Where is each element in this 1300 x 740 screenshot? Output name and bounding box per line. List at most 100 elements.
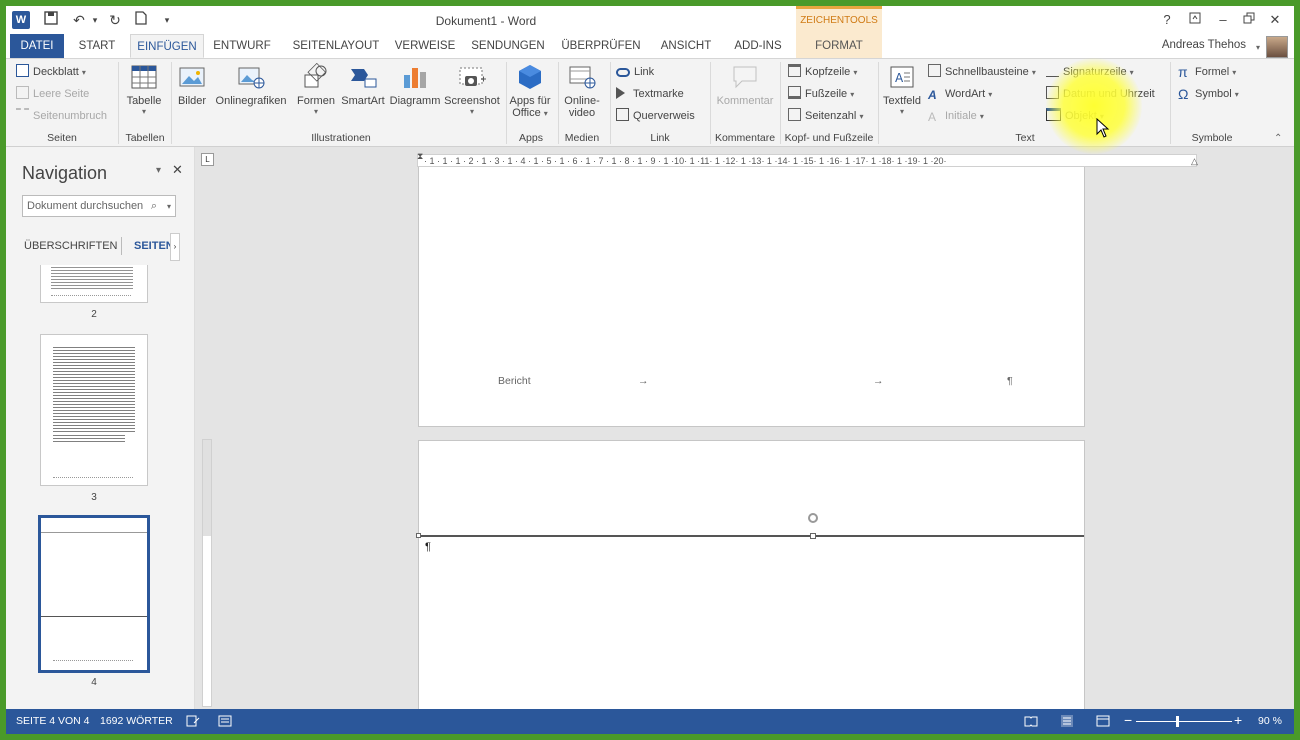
zoom-level[interactable]: 90 % <box>1258 715 1282 727</box>
minimize-icon[interactable]: – <box>1214 12 1232 28</box>
footer-text: Bericht <box>498 375 531 387</box>
seitenzahl-button[interactable]: Seitenzahl ▾ <box>788 107 863 125</box>
signaturzeile-button[interactable]: Signaturzeile ▾ <box>1046 63 1134 81</box>
indent-marker-icon[interactable]: ⧗ <box>417 151 423 162</box>
search-icon[interactable]: ⌕ <box>151 196 157 216</box>
onlinegrafiken-button[interactable]: Onlinegrafiken <box>212 63 290 107</box>
web-layout-icon[interactable] <box>1096 715 1110 730</box>
kommentar-button[interactable]: Kommentar <box>712 63 778 107</box>
leere-seite-button[interactable]: Leere Seite <box>16 85 89 103</box>
collapse-ribbon-icon[interactable]: ⌃ <box>1274 133 1282 144</box>
tab-format[interactable]: FORMAT <box>796 34 882 58</box>
tab-entwurf[interactable]: ENTWURF <box>210 34 274 58</box>
navigation-pane: Navigation ▾ ✕ Dokument durchsuchen ⌕ ▾ … <box>6 147 195 709</box>
smartart-button[interactable]: SmartArt <box>339 63 387 107</box>
wordart-button[interactable]: A WordArt ▾ <box>928 85 992 103</box>
restore-icon[interactable] <box>1240 12 1258 28</box>
document-page[interactable]: Bericht → → ¶ <box>418 167 1085 427</box>
tab-seitenlayout[interactable]: SEITENLAYOUT <box>286 34 386 58</box>
formen-button[interactable]: Formen ▾ <box>294 62 338 116</box>
close-icon[interactable]: ✕ <box>1266 12 1284 28</box>
nav-options-icon[interactable]: ▾ <box>156 165 161 176</box>
kopfzeile-button[interactable]: Kopfzeile ▾ <box>788 63 857 81</box>
nav-scroll-right-icon[interactable]: › <box>170 233 180 261</box>
print-layout-icon[interactable] <box>1060 715 1074 730</box>
avatar[interactable] <box>1266 36 1288 58</box>
wordart-icon: A <box>928 88 937 102</box>
proofing-icon[interactable] <box>186 715 200 730</box>
mouse-pointer-icon <box>1096 117 1110 141</box>
tab-mark: → <box>873 375 884 387</box>
search-input[interactable]: Dokument durchsuchen ⌕ ▾ <box>22 195 176 217</box>
bilder-button[interactable]: Bilder <box>174 63 210 107</box>
tab-start[interactable]: START <box>70 34 124 58</box>
word-count[interactable]: 1692 WÖRTER <box>100 715 173 727</box>
group-label-medien: Medien <box>564 132 600 144</box>
ribbon-options-icon[interactable] <box>1186 12 1204 28</box>
object-icon <box>1046 108 1061 121</box>
datum-und-uhrzeit-button[interactable]: Datum und Uhrzeit <box>1046 85 1155 103</box>
textfeld-button[interactable]: A Textfeld ▾ <box>880 63 924 116</box>
user-name[interactable]: Andreas Thehos <box>1162 39 1246 51</box>
tab-ansicht[interactable]: ANSICHT <box>654 34 718 58</box>
document-page[interactable]: ¶ <box>416 440 1085 712</box>
text-cursor: ¶ <box>425 541 431 553</box>
tabelle-button[interactable]: Tabelle ▾ <box>122 63 166 116</box>
page-count[interactable]: SEITE 4 VON 4 <box>16 715 90 727</box>
nav-close-icon[interactable]: ✕ <box>172 162 183 178</box>
tab-add-ins[interactable]: ADD-INS <box>728 34 788 58</box>
horizontal-line-shape[interactable] <box>419 535 1084 537</box>
tab-sendungen[interactable]: SENDUNGEN <box>468 34 548 58</box>
apps-fuer-office-button[interactable]: Apps für Office ▾ <box>508 63 552 119</box>
zoom-out-icon[interactable]: − <box>1124 712 1132 728</box>
tab-ueberpruefen[interactable]: ÜBERPRÜFEN <box>560 34 642 58</box>
tab-mark: → <box>638 375 649 387</box>
textmarke-button[interactable]: Textmarke <box>616 85 684 103</box>
fusszeile-button[interactable]: Fußzeile ▾ <box>788 85 854 103</box>
initiale-button[interactable]: A Initiale ▾ <box>928 107 984 125</box>
tab-datei[interactable]: DATEI <box>10 34 64 58</box>
vertical-ruler[interactable] <box>202 439 212 707</box>
page-thumbnail-3[interactable] <box>40 334 148 486</box>
page-break-icon <box>16 108 29 121</box>
group-label-link: Link <box>650 132 670 144</box>
tab-verweise[interactable]: VERWEISE <box>392 34 458 58</box>
page-thumbnail-2[interactable] <box>40 265 148 303</box>
search-dropdown-icon[interactable]: ▾ <box>167 197 171 217</box>
screenshot-button[interactable]: Screenshot ▾ <box>442 63 502 116</box>
formel-button[interactable]: π Formel ▾ <box>1178 63 1236 81</box>
user-dropdown-icon[interactable]: ▾ <box>1256 43 1260 52</box>
tab-stop-selector[interactable]: L <box>201 153 214 166</box>
nav-tab-ueberschriften[interactable]: ÜBERSCHRIFTEN <box>24 240 118 252</box>
smartart-icon <box>348 63 378 91</box>
seitenumbruch-button[interactable]: Seitenumbruch <box>16 107 107 125</box>
online-pictures-icon <box>236 63 266 91</box>
rotate-handle-icon[interactable] <box>808 513 818 523</box>
page-thumbnail-4[interactable] <box>38 515 150 673</box>
page-number-icon <box>788 108 801 121</box>
shapes-icon <box>301 62 331 91</box>
macro-icon[interactable] <box>218 715 232 730</box>
right-indent-marker-icon[interactable]: △ <box>1191 156 1198 167</box>
drop-cap-icon: A <box>928 110 937 124</box>
shape-handle[interactable] <box>810 533 816 539</box>
diagramm-button[interactable]: Diagramm <box>388 63 442 107</box>
zoom-slider[interactable] <box>1136 721 1232 722</box>
tab-einfuegen[interactable]: EINFÜGEN <box>130 34 204 58</box>
nav-tab-seiten[interactable]: SEITEN <box>134 240 174 252</box>
read-mode-icon[interactable] <box>1024 715 1038 730</box>
horizontal-ruler[interactable]: · 1 · 1 · 1 · 2 · 1 · 3 · 1 · 4 · 1 · 5 … <box>417 154 1197 167</box>
zoom-slider-thumb[interactable] <box>1176 716 1179 727</box>
page-number-label: 3 <box>91 492 97 503</box>
querverweis-button[interactable]: Querverweis <box>616 107 695 125</box>
quick-parts-icon <box>928 64 941 77</box>
symbol-button[interactable]: Ω Symbol ▾ <box>1178 85 1239 103</box>
help-icon[interactable]: ? <box>1158 12 1176 28</box>
deckblatt-button[interactable]: Deckblatt ▾ <box>16 63 86 81</box>
onlinevideo-button[interactable]: Online-video <box>560 63 604 119</box>
link-button[interactable]: Link <box>616 63 654 81</box>
zoom-in-icon[interactable]: + <box>1234 712 1242 728</box>
shape-handle[interactable] <box>416 533 421 538</box>
schnellbausteine-button[interactable]: Schnellbausteine ▾ <box>928 63 1036 81</box>
title-bar: W ↶ ▾ ↻ ▾ Dokument1 - Word ZEICHENTOOLS … <box>6 6 1294 34</box>
